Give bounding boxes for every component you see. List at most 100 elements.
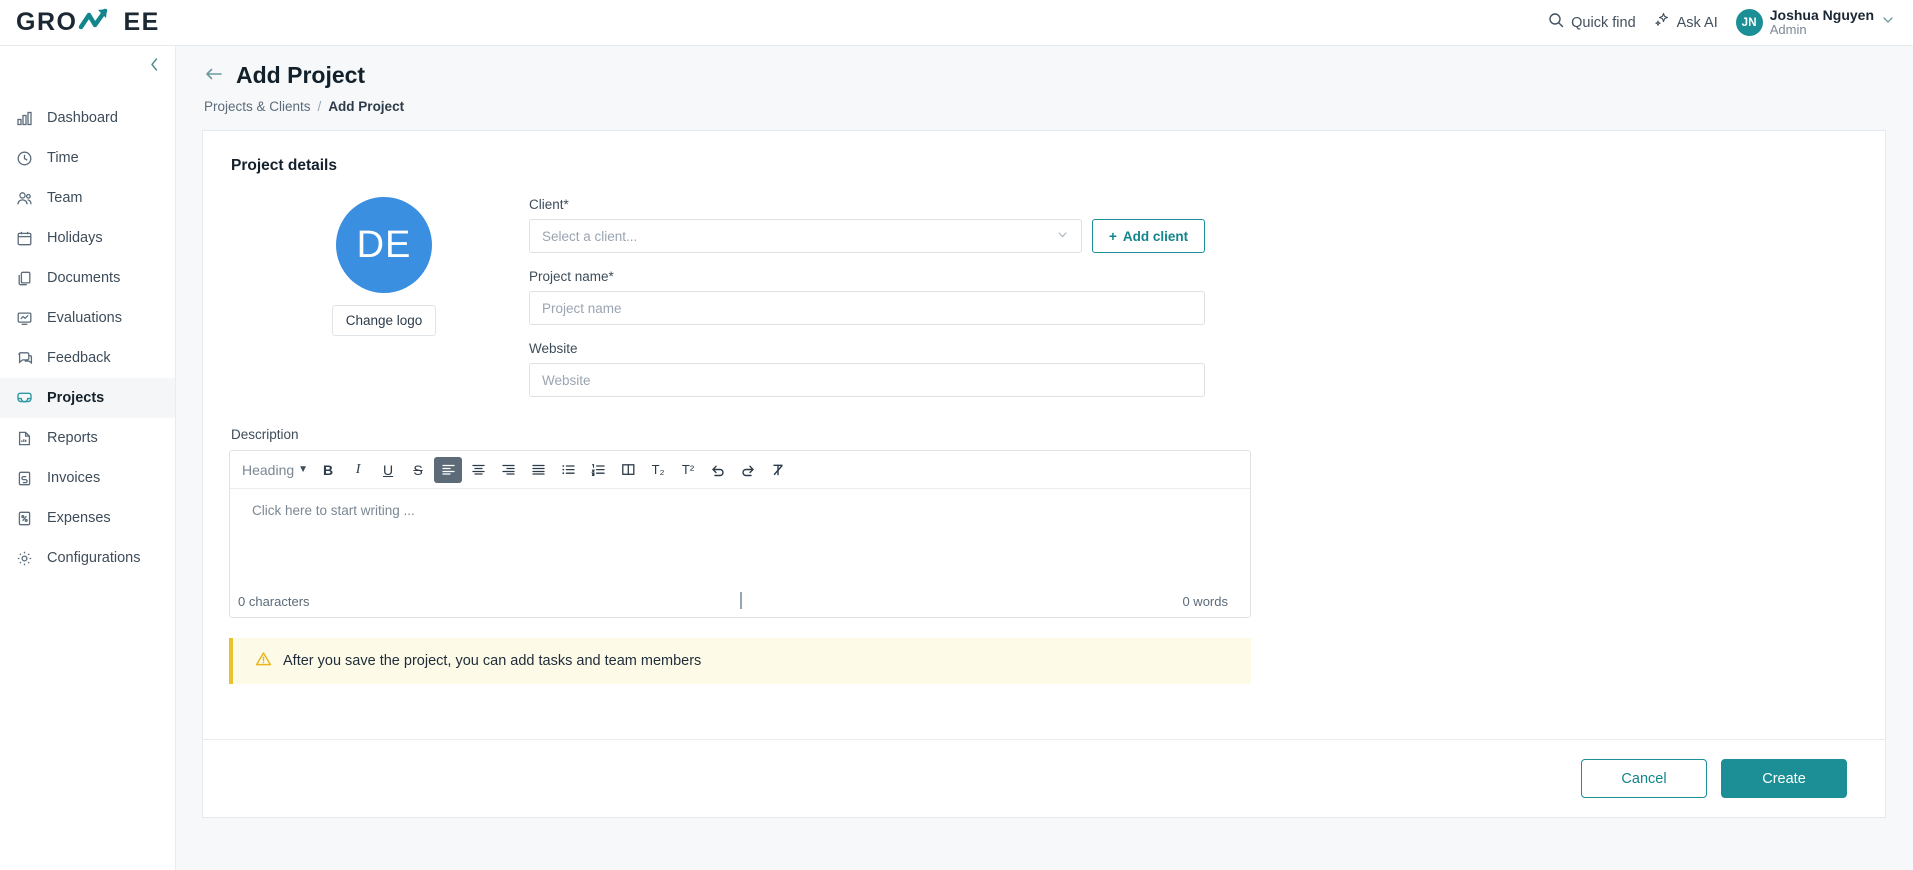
align-right-button[interactable] xyxy=(494,457,522,483)
website-input[interactable]: Website xyxy=(529,363,1205,397)
superscript-button[interactable]: T² xyxy=(674,457,702,483)
bullet-list-icon xyxy=(561,463,576,476)
page-title: Add Project xyxy=(236,62,366,88)
sidebar-item-configurations[interactable]: Configurations xyxy=(0,538,175,578)
breadcrumb-parent[interactable]: Projects & Clients xyxy=(204,99,311,114)
documents-icon xyxy=(16,270,33,287)
editor-toolbar: Heading ▼ B I U S T₂ T² xyxy=(230,451,1250,489)
sidebar-item-evaluations[interactable]: Evaluations xyxy=(0,298,175,338)
sidebar-item-label: Invoices xyxy=(47,470,101,486)
quick-find-button[interactable]: Quick find xyxy=(1548,12,1636,33)
change-logo-button[interactable]: Change logo xyxy=(331,305,437,336)
project-name-input[interactable]: Project name xyxy=(529,291,1205,325)
ask-ai-label: Ask AI xyxy=(1676,14,1718,31)
sidebar: Dashboard Time Team Holidays Documents E… xyxy=(0,46,176,870)
chevron-left-icon[interactable] xyxy=(148,57,161,75)
align-justify-button[interactable] xyxy=(524,457,552,483)
user-name: Joshua Nguyen xyxy=(1769,6,1874,23)
align-right-icon xyxy=(501,463,516,476)
editor-footer: 0 characters 0 words xyxy=(230,585,1250,617)
clear-format-button[interactable] xyxy=(764,457,792,483)
create-button[interactable]: Create xyxy=(1721,759,1847,798)
sidebar-item-label: Dashboard xyxy=(47,110,118,126)
cancel-button[interactable]: Cancel xyxy=(1581,759,1707,798)
client-select[interactable]: Select a client... xyxy=(529,219,1082,253)
description-label: Description xyxy=(231,427,299,442)
redo-icon xyxy=(740,463,756,477)
sidebar-item-label: Evaluations xyxy=(47,310,122,326)
sidebar-item-holidays[interactable]: Holidays xyxy=(0,218,175,258)
client-field: Client* Select a client... + Add client xyxy=(529,197,1209,253)
card-body: Project details DE Change logo Client* S… xyxy=(203,131,1885,739)
sidebar-item-label: Projects xyxy=(47,390,105,406)
page-header: Add Project Projects & Clients / Add Pro… xyxy=(176,46,1913,114)
undo-button[interactable] xyxy=(704,457,732,483)
sidebar-item-reports[interactable]: Reports xyxy=(0,418,175,458)
word-count: 0 words xyxy=(1182,593,1228,609)
heading-dropdown[interactable]: Heading ▼ xyxy=(238,457,312,483)
ask-ai-button[interactable]: Ask AI xyxy=(1654,12,1718,33)
expense-icon xyxy=(16,510,33,527)
numbered-list-button[interactable] xyxy=(584,457,612,483)
italic-button[interactable]: I xyxy=(344,457,372,483)
bullet-list-button[interactable] xyxy=(554,457,582,483)
user-menu[interactable]: JN Joshua Nguyen Admin xyxy=(1735,6,1895,38)
strikethrough-button[interactable]: S xyxy=(404,457,432,483)
bold-icon: B xyxy=(323,461,334,478)
redo-button[interactable] xyxy=(734,457,762,483)
description-editor: Heading ▼ B I U S T₂ T² Click here to st… xyxy=(229,450,1251,618)
client-row: Select a client... + Add client xyxy=(529,219,1209,253)
columns-button[interactable] xyxy=(614,457,642,483)
website-field: Website Website xyxy=(529,341,1209,397)
bold-button[interactable]: B xyxy=(314,457,342,483)
sidebar-item-documents[interactable]: Documents xyxy=(0,258,175,298)
search-icon xyxy=(1548,12,1564,33)
sparkle-icon xyxy=(1654,12,1670,33)
warning-icon xyxy=(255,651,272,672)
sidebar-item-label: Expenses xyxy=(47,510,111,526)
chat-icon xyxy=(16,350,33,367)
breadcrumb: Projects & Clients / Add Project xyxy=(204,99,1913,114)
page-title-row: Add Project xyxy=(204,62,1913,89)
align-left-button[interactable] xyxy=(434,456,463,483)
sidebar-item-expenses[interactable]: Expenses xyxy=(0,498,175,538)
project-details-card: Project details DE Change logo Client* S… xyxy=(202,130,1886,818)
top-bar-actions: Quick find Ask AI JN Joshua Nguyen Admin xyxy=(1548,7,1913,38)
italic-icon: I xyxy=(355,461,361,477)
add-client-button[interactable]: + Add client xyxy=(1092,219,1206,253)
project-name-field: Project name* Project name xyxy=(529,269,1209,325)
subscript-icon: T₂ xyxy=(651,462,665,477)
sidebar-item-feedback[interactable]: Feedback xyxy=(0,338,175,378)
app-logo[interactable]: GRO EE xyxy=(0,6,160,39)
subscript-button[interactable]: T₂ xyxy=(644,457,672,483)
breadcrumb-separator: / xyxy=(317,99,322,114)
editor-content-area[interactable]: Click here to start writing ... xyxy=(230,489,1250,585)
growth-arrow-icon xyxy=(78,6,122,39)
underline-icon: U xyxy=(383,461,394,478)
chevron-down-icon[interactable] xyxy=(1881,13,1895,32)
client-label: Client* xyxy=(529,197,569,212)
people-icon xyxy=(16,190,33,207)
editor-resize-handle[interactable] xyxy=(740,592,742,609)
logo-text-right: EE xyxy=(123,8,160,36)
sidebar-item-team[interactable]: Team xyxy=(0,178,175,218)
sidebar-item-projects[interactable]: Projects xyxy=(0,378,175,418)
back-arrow-icon[interactable] xyxy=(204,66,224,86)
user-role: Admin xyxy=(1769,22,1807,38)
superscript-icon: T² xyxy=(681,462,695,477)
top-bar: GRO EE Quick find Ask AI JN Joshua Nguye… xyxy=(0,0,1913,46)
add-client-label: Add client xyxy=(1122,228,1189,244)
align-left-icon xyxy=(441,463,456,476)
underline-button[interactable]: U xyxy=(374,457,402,483)
project-logo-column: DE Change logo xyxy=(229,197,529,413)
sidebar-item-label: Feedback xyxy=(47,350,111,366)
chevron-down-icon xyxy=(1056,228,1069,244)
sidebar-item-label: Team xyxy=(47,190,83,206)
sidebar-item-time[interactable]: Time xyxy=(0,138,175,178)
character-count: 0 characters xyxy=(238,593,310,609)
sidebar-item-invoices[interactable]: Invoices xyxy=(0,458,175,498)
main-content: Add Project Projects & Clients / Add Pro… xyxy=(176,46,1913,870)
align-center-button[interactable] xyxy=(464,457,492,483)
align-center-icon xyxy=(471,463,486,476)
sidebar-item-dashboard[interactable]: Dashboard xyxy=(0,98,175,138)
